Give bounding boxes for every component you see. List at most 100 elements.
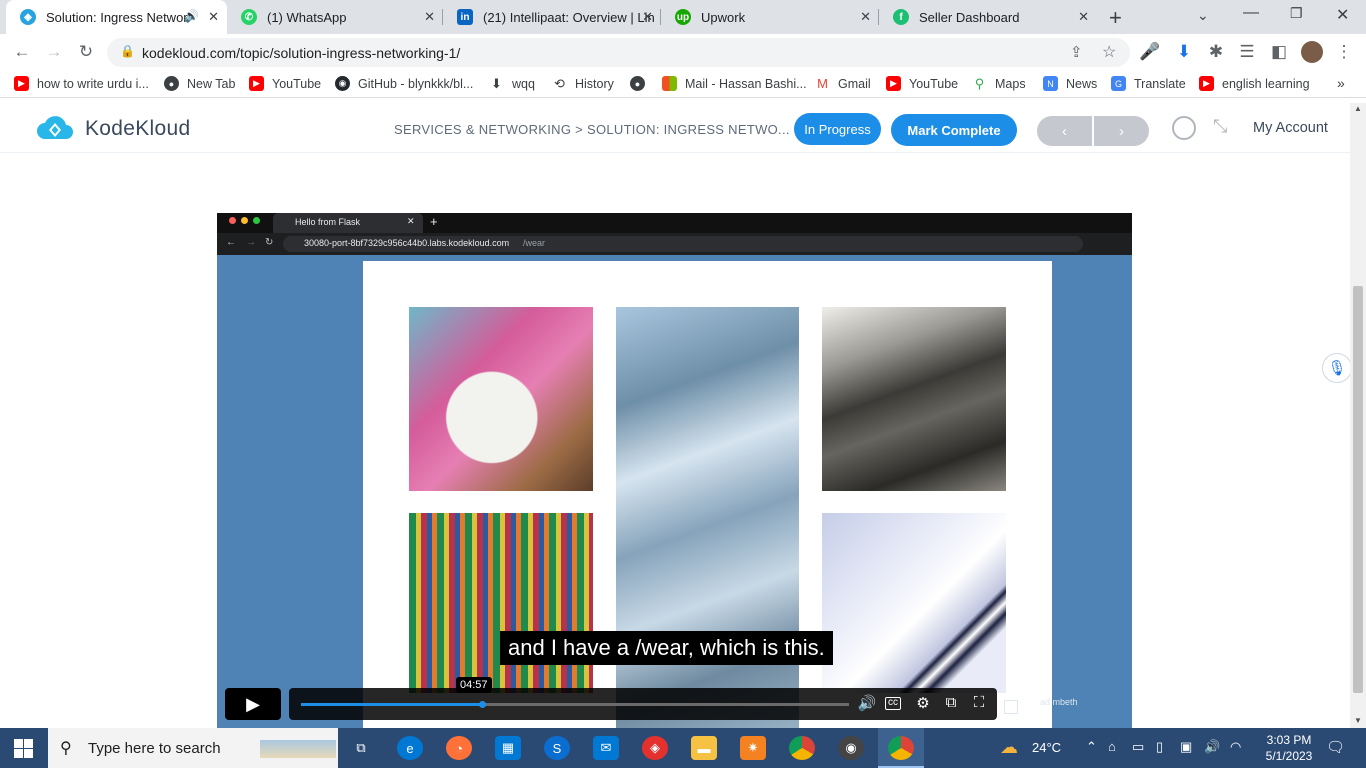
bookmark-item[interactable]: ▶ english learning	[1199, 76, 1310, 91]
temperature-text[interactable]: 24°C	[1032, 740, 1061, 755]
site-logo-text[interactable]: KodeKloud	[85, 117, 190, 141]
bookmark-item[interactable]: ● New Tab	[164, 76, 235, 91]
bookmark-item[interactable]: ●	[630, 76, 653, 91]
app-icon-red[interactable]: ◈	[642, 736, 668, 760]
skype-icon[interactable]: S	[544, 736, 570, 760]
file-explorer-icon[interactable]: ▬	[691, 736, 717, 760]
lock-icon[interactable]: 🔒	[120, 44, 135, 58]
play-button[interactable]: ▶	[225, 688, 281, 720]
edge-icon[interactable]: e	[397, 736, 423, 760]
display-tray-icon[interactable]: ▣	[1180, 739, 1192, 755]
close-tab-icon[interactable]: ✕	[208, 9, 219, 25]
download-extension-icon[interactable]: ⬇	[1172, 41, 1196, 63]
floating-mic-icon[interactable]: 🎙	[1322, 353, 1352, 383]
tab-search-chevron-icon[interactable]: ⌄	[1197, 7, 1209, 24]
notifications-icon[interactable]: 🗨	[1326, 738, 1345, 756]
bookmark-item[interactable]: G Translate	[1111, 76, 1186, 91]
kodekloud-logo-icon[interactable]	[35, 115, 75, 143]
picture-in-picture-icon[interactable]: ⧉	[941, 694, 961, 711]
show-hidden-icons-chevron-icon[interactable]: ⌃	[1086, 739, 1097, 755]
mac-minimize-dot-icon	[241, 217, 248, 224]
tab-seller-dashboard[interactable]: f Seller Dashboard ✕	[879, 0, 1097, 34]
scroll-down-icon[interactable]: ▼	[1354, 716, 1362, 725]
volume-tray-icon[interactable]: 🔊	[1204, 739, 1220, 755]
breadcrumb[interactable]: SERVICES & NETWORKING > SOLUTION: INGRES…	[394, 122, 790, 137]
minimize-icon[interactable]: —	[1243, 4, 1259, 22]
tab-whatsapp[interactable]: ✆ (1) WhatsApp ✕	[227, 0, 443, 34]
chrome-icon[interactable]	[789, 736, 815, 760]
my-account-link[interactable]: My Account	[1253, 120, 1328, 136]
scroll-up-icon[interactable]: ▲	[1354, 104, 1362, 113]
news-icon: N	[1043, 76, 1058, 91]
video-progress-knob[interactable]	[478, 701, 486, 708]
url-text[interactable]: kodekloud.com/topic/solution-ingress-net…	[142, 45, 460, 61]
wifi-tray-icon[interactable]: ◠	[1230, 739, 1241, 755]
obs-icon[interactable]: ◉	[838, 736, 864, 760]
close-tab-icon[interactable]: ✕	[860, 9, 871, 25]
more-bookmarks-chevron-icon[interactable]: »	[1337, 75, 1345, 91]
forward-icon[interactable]: →	[42, 41, 66, 63]
mac-close-dot-icon	[229, 217, 236, 224]
volume-icon[interactable]: 🔊	[857, 694, 877, 712]
voice-extension-icon[interactable]: 🎤	[1138, 41, 1162, 63]
bookmark-item[interactable]: Mail - Hassan Bashi...	[662, 76, 807, 91]
task-view-icon[interactable]: ⧉	[348, 736, 374, 760]
taskbar-search-box[interactable]: ⚲ Type here to search	[48, 728, 338, 768]
chrome-menu-icon[interactable]: ⋮	[1332, 41, 1356, 63]
network-tray-icon[interactable]: ⌂	[1108, 739, 1116, 754]
bookmark-item[interactable]: M Gmail	[815, 76, 871, 91]
collapse-icon[interactable]: ⤡	[1213, 116, 1227, 137]
close-tab-icon[interactable]: ✕	[1078, 9, 1089, 25]
page-scrollbar[interactable]: ▲ ▼	[1350, 103, 1366, 728]
captions-icon[interactable]: cc	[885, 697, 901, 710]
windows-start-icon[interactable]	[14, 739, 33, 758]
scrollbar-thumb[interactable]	[1353, 286, 1363, 693]
side-panel-icon[interactable]: ◧	[1267, 41, 1291, 63]
tab-linkedin[interactable]: in (21) Intellipaat: Overview | Lin ✕	[443, 0, 661, 34]
share-icon[interactable]: ⇪	[1070, 43, 1083, 61]
firefox-icon[interactable]: ◔	[446, 736, 472, 760]
new-tab-icon[interactable]: +	[1109, 5, 1122, 31]
extensions-puzzle-icon[interactable]: ✱	[1204, 41, 1228, 63]
next-lesson-button[interactable]: ›	[1094, 116, 1149, 146]
address-bar[interactable]: 🔒 kodekloud.com/topic/solution-ingress-n…	[107, 38, 1130, 67]
video-player[interactable]: Hello from Flask ✕ + ← → ↻ 30080-port-8b…	[217, 213, 1132, 728]
reload-icon[interactable]: ↻	[74, 41, 98, 63]
dark-mode-toggle-icon[interactable]	[1172, 116, 1196, 140]
previous-lesson-button[interactable]: ‹	[1037, 116, 1092, 146]
fullscreen-icon[interactable]: ⛶	[969, 694, 989, 711]
bookmark-item[interactable]: ▶ YouTube	[886, 76, 958, 91]
bookmark-item[interactable]: ⟲ History	[552, 76, 614, 91]
mail-icon[interactable]: ✉	[593, 736, 619, 760]
reading-list-icon[interactable]: ☰	[1235, 41, 1259, 63]
youtube-icon: ▶	[886, 76, 901, 91]
battery-tray-icon[interactable]: ▯	[1156, 739, 1163, 755]
close-window-icon[interactable]: ✕	[1336, 5, 1349, 25]
bookmark-item[interactable]: ▶ YouTube	[249, 76, 321, 91]
bookmark-star-icon[interactable]: ☆	[1102, 42, 1116, 62]
close-tab-icon[interactable]: ✕	[424, 9, 435, 25]
restore-icon[interactable]: ❐	[1290, 5, 1303, 22]
tab-upwork[interactable]: up Upwork ✕	[661, 0, 879, 34]
bookmark-item[interactable]: N News	[1043, 76, 1097, 91]
back-icon[interactable]: ←	[10, 41, 34, 63]
profile-avatar[interactable]	[1301, 41, 1323, 63]
tab-kodekloud[interactable]: ◈ Solution: Ingress Networ 🔊 ✕	[6, 0, 227, 34]
settings-gear-icon[interactable]: ⚙	[913, 694, 933, 712]
bookmark-item[interactable]: ◉ GitHub - blynkkk/bl...	[335, 76, 473, 91]
in-progress-button[interactable]: In Progress	[794, 113, 881, 145]
device-tray-icon[interactable]: ▭	[1132, 739, 1144, 755]
bookmark-item[interactable]: ⬇ wqq	[489, 76, 535, 91]
taskbar-clock[interactable]: 3:03 PM 5/1/2023	[1258, 732, 1320, 764]
store-icon[interactable]: ▦	[495, 736, 521, 760]
download-icon: ⬇	[491, 75, 502, 91]
app-icon-orange[interactable]: ✷	[740, 736, 766, 760]
chrome-active-taskbar-item[interactable]	[878, 728, 924, 768]
weather-icon[interactable]: ☁	[1000, 737, 1018, 758]
bookmark-item[interactable]: ⚲ Maps	[972, 76, 1026, 91]
mark-complete-button[interactable]: Mark Complete	[891, 114, 1017, 146]
video-progress-track[interactable]	[301, 701, 849, 708]
close-tab-icon[interactable]: ✕	[642, 9, 653, 25]
bookmark-item[interactable]: ▶ how to write urdu i...	[14, 76, 149, 91]
audio-playing-icon[interactable]: 🔊	[184, 9, 199, 23]
